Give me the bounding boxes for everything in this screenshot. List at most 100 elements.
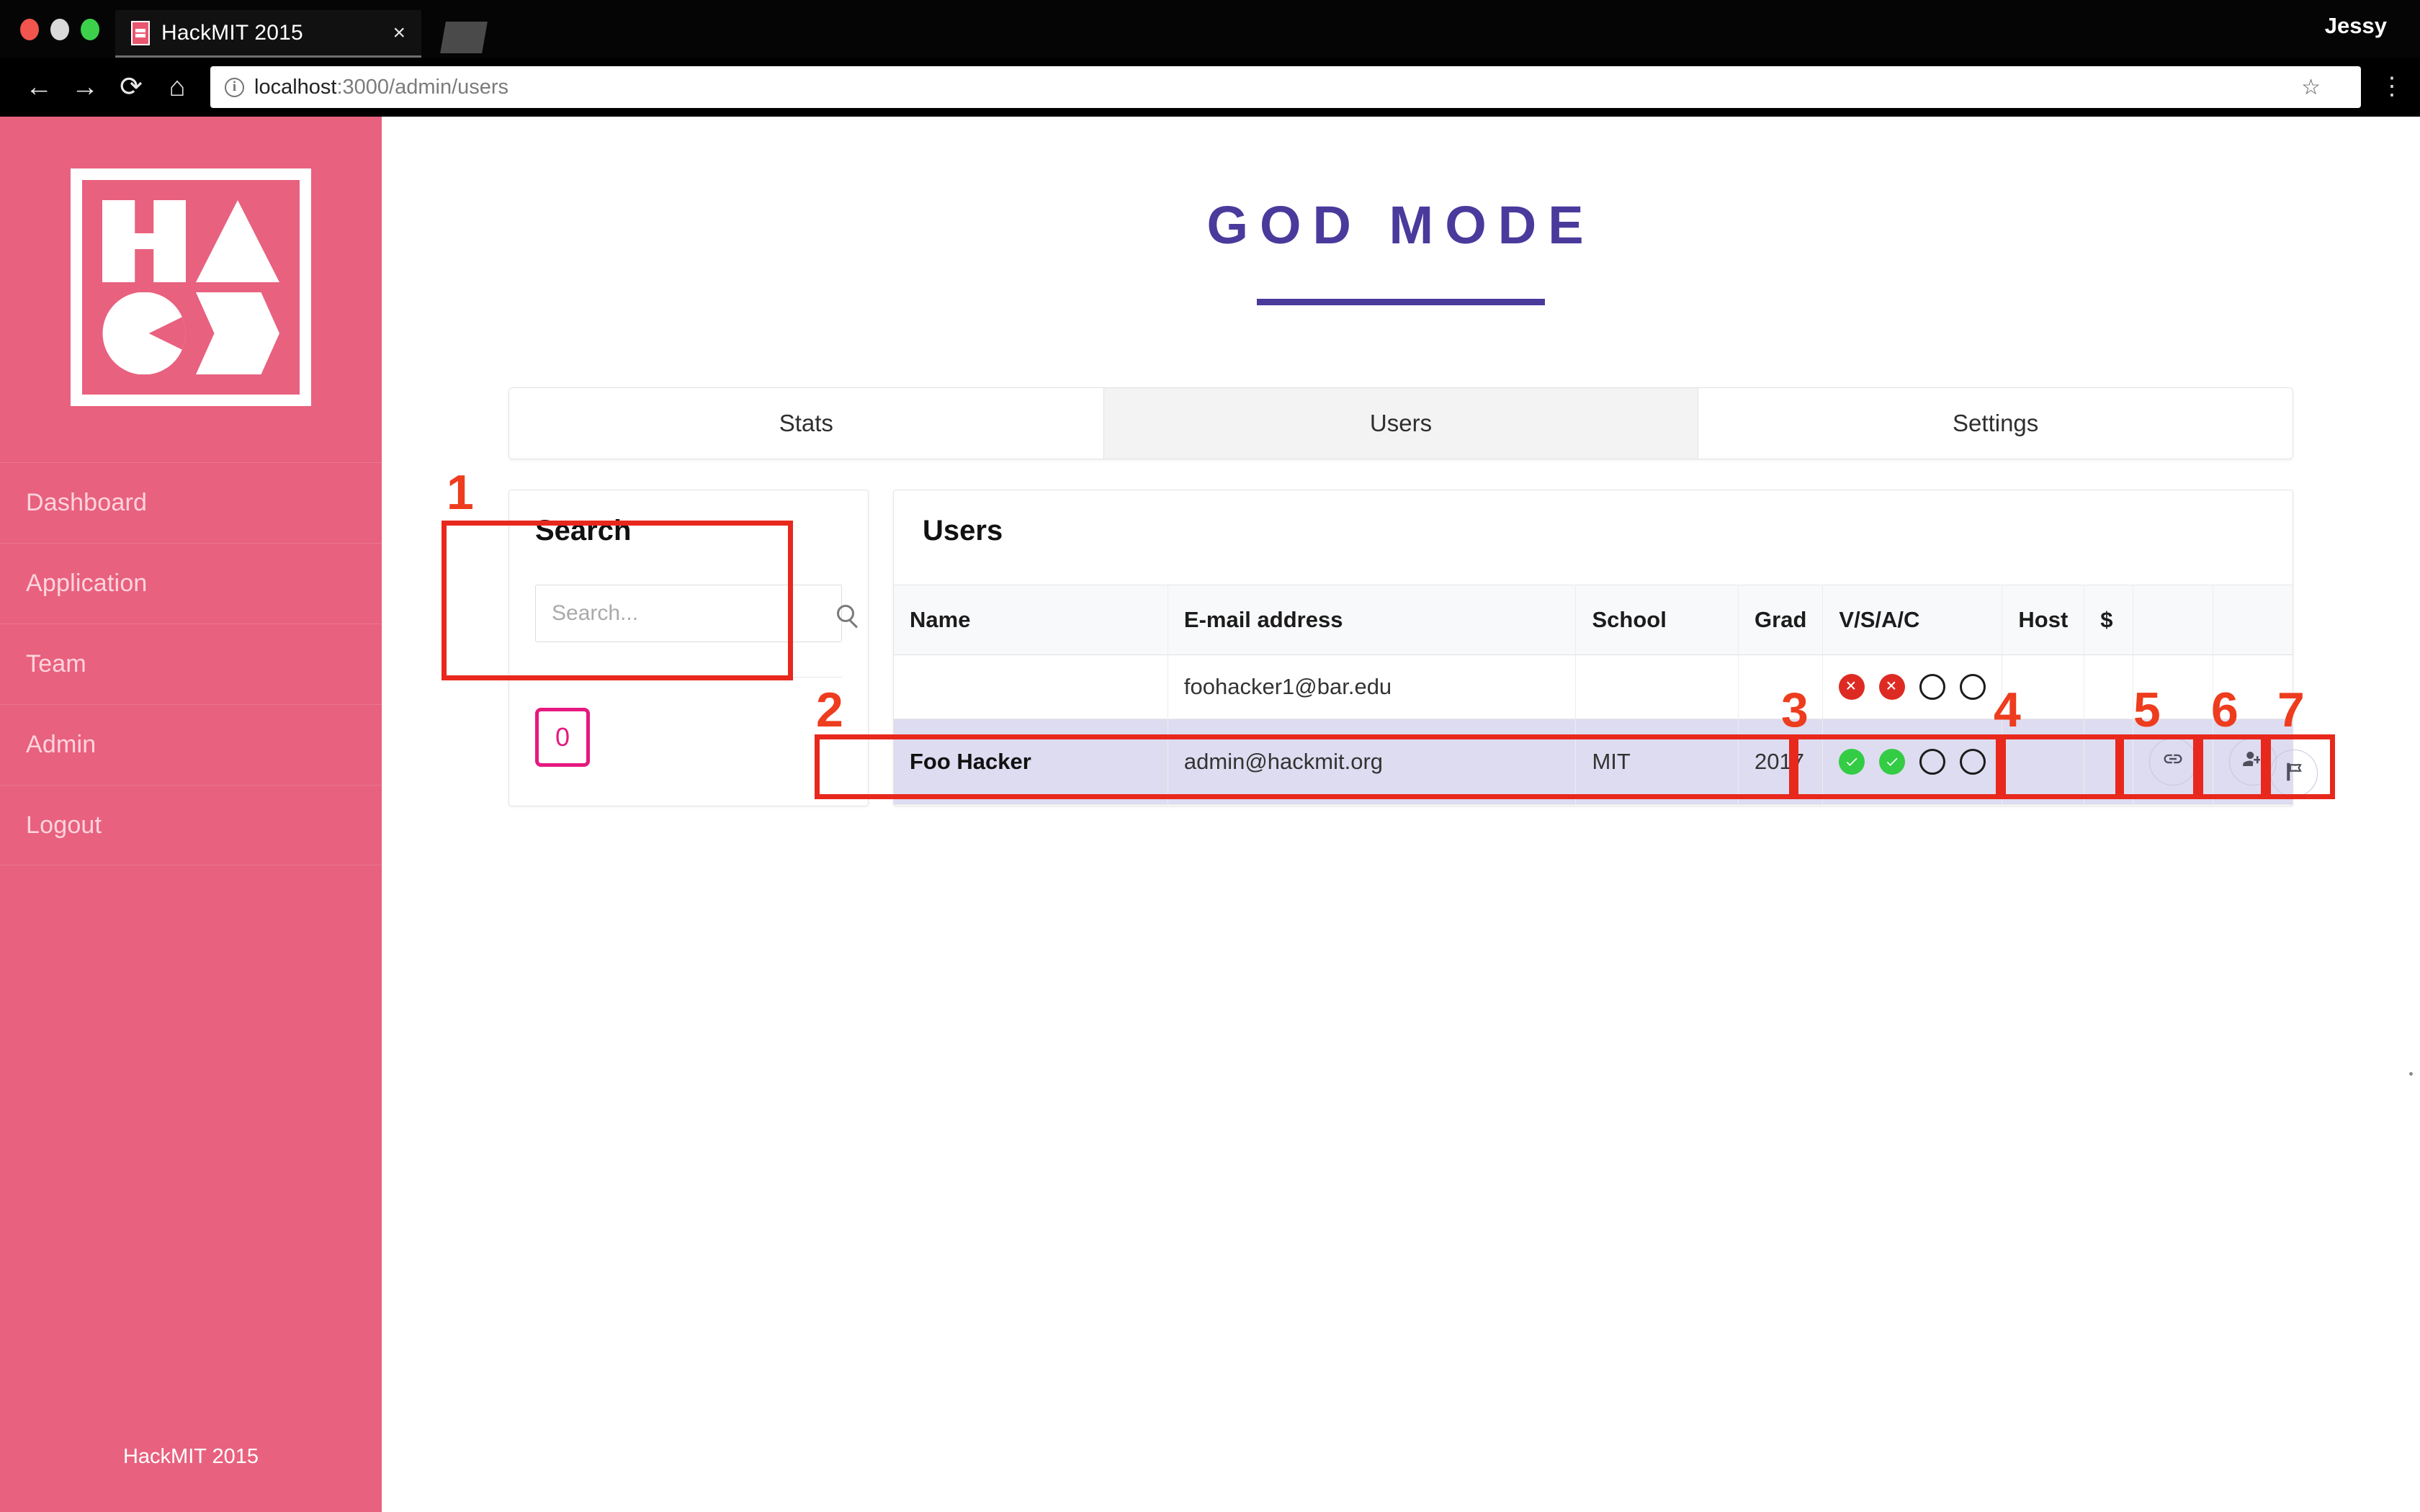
column-header-money[interactable]: $	[2084, 585, 2133, 655]
profile-name-label[interactable]: Jessy	[2325, 13, 2387, 39]
search-input[interactable]	[552, 601, 830, 626]
cell-action-1	[2133, 655, 2213, 719]
status-no-icon	[1879, 674, 1905, 700]
table-header-row: Name E-mail address School Grad V/S/A/C …	[894, 585, 2293, 655]
logo-letter-a	[196, 200, 279, 282]
address-bar[interactable]: i localhost:3000/admin/users ☆	[210, 66, 2361, 108]
logo-letter-k	[196, 292, 279, 374]
search-input-wrapper[interactable]	[535, 585, 842, 642]
column-header-blank-1	[2133, 585, 2213, 655]
search-panel: Search 0	[508, 490, 869, 806]
panel-divider	[535, 677, 842, 678]
cell-email: admin@hackmit.org	[1168, 719, 1576, 805]
search-heading: Search	[535, 515, 842, 547]
cell-grad	[1739, 655, 1823, 719]
table-row[interactable]: Foo Hacker admin@hackmit.org MIT 2017	[894, 719, 2293, 805]
sidebar-nav: Dashboard Application Team Admin Logout	[0, 462, 382, 865]
sidebar-item-label: Admin	[26, 731, 96, 759]
home-icon[interactable]: ⌂	[154, 73, 200, 101]
sidebar-item-team[interactable]: Team	[0, 624, 382, 704]
flag-action-cell	[2270, 750, 2318, 797]
cell-email: foohacker1@bar.edu	[1168, 655, 1576, 719]
close-window-button[interactable]	[20, 19, 39, 40]
main-content: GOD MODE Stats Users Settings Search	[382, 117, 2420, 1512]
status-empty-icon	[1960, 674, 1986, 700]
sidebar-logo	[0, 117, 382, 406]
status-yes-icon	[1879, 749, 1905, 775]
sidebar: Dashboard Application Team Admin Logout …	[0, 117, 382, 1512]
column-header-email[interactable]: E-mail address	[1168, 585, 1576, 655]
browser-tabstrip: HackMIT 2015 ×	[115, 10, 485, 58]
tab-content: Search 0 Users Name E-	[508, 490, 2293, 806]
tab-stats[interactable]: Stats	[509, 388, 1104, 459]
users-heading: Users	[894, 515, 2293, 547]
cell-money	[2084, 655, 2133, 719]
users-table: Name E-mail address School Grad V/S/A/C …	[894, 585, 2293, 805]
column-header-blank-2	[2213, 585, 2293, 655]
cell-school	[1576, 655, 1739, 719]
reload-icon[interactable]: ⟳	[108, 73, 154, 101]
maximize-window-button[interactable]	[81, 19, 99, 40]
cell-host	[2002, 655, 2084, 719]
cell-name: Foo Hacker	[894, 719, 1168, 805]
status-yes-icon	[1839, 749, 1865, 775]
column-header-grad[interactable]: Grad	[1739, 585, 1823, 655]
forward-icon[interactable]: →	[62, 73, 108, 101]
tab-settings[interactable]: Settings	[1698, 388, 2293, 459]
user-plus-icon	[2242, 748, 2264, 775]
search-icon[interactable]	[837, 605, 854, 622]
cell-money	[2084, 719, 2133, 805]
window-controls[interactable]	[20, 19, 99, 40]
cell-vsac	[1823, 655, 2002, 719]
browser-window: HackMIT 2015 × Jessy ← → ⟳ ⌂ i localhost…	[0, 0, 2420, 1512]
sidebar-item-logout[interactable]: Logout	[0, 785, 382, 865]
admin-tabs: Stats Users Settings	[508, 387, 2293, 459]
page-body: Dashboard Application Team Admin Logout …	[0, 117, 2420, 1512]
site-info-icon[interactable]: i	[225, 78, 244, 97]
sidebar-item-label: Team	[26, 650, 86, 678]
users-panel: Users Name E-mail address School Grad V/…	[893, 490, 2293, 806]
cell-grad: 2017	[1739, 719, 1823, 805]
sidebar-footer-label: HackMIT 2015	[0, 1445, 382, 1512]
logo-letter-c	[102, 292, 186, 374]
stray-pixel	[2409, 1072, 2413, 1076]
menu-icon[interactable]: ⋮	[2380, 77, 2404, 96]
users-table-head: Name E-mail address School Grad V/S/A/C …	[894, 585, 2293, 655]
close-icon[interactable]: ×	[393, 21, 405, 45]
title-underline	[1257, 299, 1545, 305]
browser-tab-title: HackMIT 2015	[161, 21, 303, 45]
column-header-school[interactable]: School	[1576, 585, 1739, 655]
new-tab-button[interactable]	[440, 22, 488, 53]
address-bar-url: localhost:3000/admin/users	[254, 76, 508, 99]
column-header-vsac[interactable]: V/S/A/C	[1823, 585, 2002, 655]
flag-icon	[2283, 761, 2305, 786]
flag-action-button[interactable]	[2270, 750, 2318, 797]
table-row[interactable]: foohacker1@bar.edu	[894, 655, 2293, 719]
sidebar-item-admin[interactable]: Admin	[0, 704, 382, 785]
users-table-body: foohacker1@bar.edu	[894, 655, 2293, 805]
status-no-icon	[1839, 674, 1865, 700]
browser-toolbar: ← → ⟳ ⌂ i localhost:3000/admin/users ☆ ⋮	[0, 58, 2420, 117]
sidebar-item-label: Logout	[26, 811, 102, 840]
column-header-host[interactable]: Host	[2002, 585, 2084, 655]
favicon-hack-icon	[131, 21, 150, 45]
status-empty-icon	[1919, 674, 1945, 700]
link-action-button[interactable]	[2149, 738, 2197, 786]
sidebar-item-dashboard[interactable]: Dashboard	[0, 462, 382, 543]
browser-tab-hackmit[interactable]: HackMIT 2015 ×	[115, 10, 421, 58]
sidebar-item-application[interactable]: Application	[0, 543, 382, 624]
logo-letter-h	[102, 200, 186, 282]
tab-users[interactable]: Users	[1104, 388, 1699, 459]
status-empty-icon	[1919, 749, 1945, 775]
bookmark-star-icon[interactable]: ☆	[2301, 75, 2321, 100]
result-count-badge: 0	[535, 708, 590, 767]
cell-name	[894, 655, 1168, 719]
cell-vsac	[1823, 719, 2002, 805]
sidebar-item-label: Dashboard	[26, 489, 147, 517]
minimize-window-button[interactable]	[50, 19, 69, 40]
browser-titlebar: HackMIT 2015 × Jessy	[0, 0, 2420, 58]
cell-action-1	[2133, 719, 2213, 805]
column-header-name[interactable]: Name	[894, 585, 1168, 655]
back-icon[interactable]: ←	[16, 73, 62, 101]
sidebar-item-label: Application	[26, 570, 148, 598]
